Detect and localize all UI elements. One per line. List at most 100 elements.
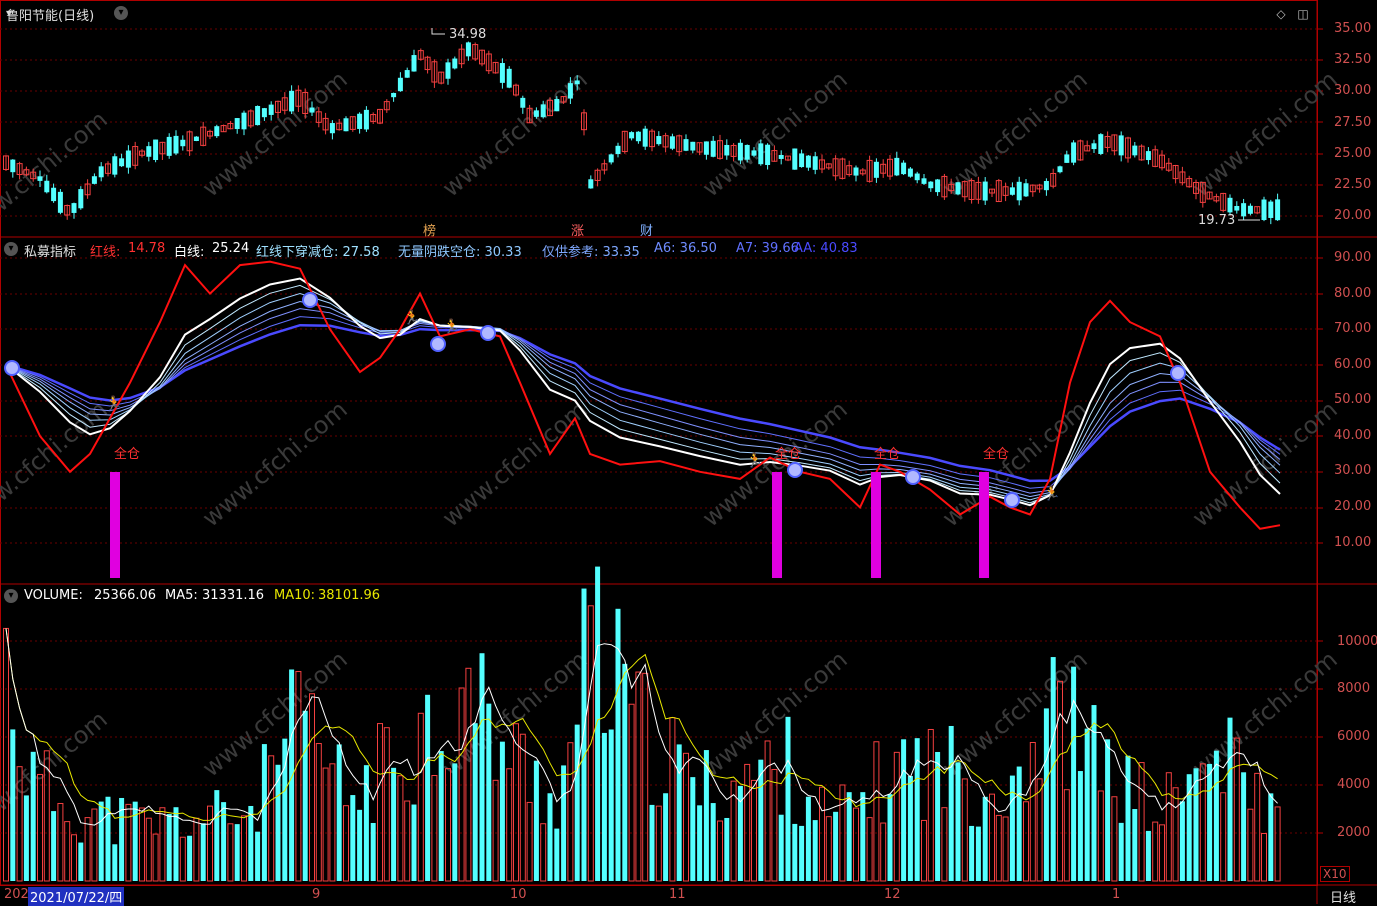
candle-body bbox=[703, 141, 709, 155]
candle-body bbox=[506, 68, 512, 88]
indicator-name[interactable]: 私募指标 bbox=[24, 241, 76, 260]
candle-body bbox=[1098, 134, 1104, 154]
marker-bang[interactable]: 榜 bbox=[423, 220, 436, 239]
signal-label: 全仓 bbox=[983, 447, 1010, 462]
volume-bar bbox=[860, 792, 866, 881]
candle-body bbox=[873, 161, 879, 178]
volume-bar bbox=[350, 795, 356, 881]
volume-collapse-icon[interactable]: ▾ bbox=[4, 589, 18, 603]
volume-bar bbox=[751, 779, 757, 882]
month-label: 11 bbox=[669, 887, 686, 902]
marker-zhang[interactable]: 涨 bbox=[571, 220, 584, 239]
date-start: 202 bbox=[4, 887, 29, 902]
candle-body bbox=[343, 118, 349, 132]
volume-bar bbox=[248, 805, 254, 881]
candle-body bbox=[1227, 197, 1233, 213]
low-price-label: 19.73 bbox=[1198, 213, 1236, 228]
candle-body bbox=[411, 55, 417, 72]
volume-bar bbox=[499, 741, 505, 881]
volume-bar bbox=[1233, 737, 1240, 882]
volume-bar bbox=[628, 703, 635, 882]
volume-bar bbox=[363, 765, 369, 881]
candle-body bbox=[744, 144, 750, 160]
volume-bar bbox=[309, 693, 315, 882]
candle-body bbox=[391, 92, 397, 98]
candle-body bbox=[173, 135, 179, 154]
volume-bar bbox=[526, 801, 533, 882]
volume-bar bbox=[1145, 830, 1151, 881]
price-tick: 25.00 bbox=[1334, 146, 1372, 161]
volume-bar bbox=[833, 811, 839, 881]
candle-body bbox=[57, 191, 63, 213]
indicator-collapse-icon[interactable]: ▾ bbox=[4, 242, 18, 256]
volume-bar bbox=[1036, 778, 1043, 882]
price-tick: 27.50 bbox=[1334, 115, 1372, 130]
candle-body bbox=[635, 131, 641, 142]
candle-body bbox=[146, 146, 152, 157]
volume-bar bbox=[690, 777, 696, 881]
high-marker-line bbox=[431, 28, 445, 35]
volume-bar bbox=[452, 763, 458, 881]
candle-body bbox=[363, 109, 369, 130]
volume-bar bbox=[377, 723, 383, 882]
cursor-date[interactable]: 2021/07/22/四 bbox=[28, 887, 125, 906]
candle-body bbox=[289, 90, 295, 112]
volume-bar bbox=[207, 805, 213, 882]
candle-body bbox=[153, 139, 159, 160]
volume-bar bbox=[200, 823, 206, 881]
volume-bar bbox=[574, 724, 580, 881]
volume-bar bbox=[261, 744, 267, 881]
volume-bar bbox=[193, 817, 200, 882]
volume-bar bbox=[465, 667, 472, 882]
volume-label: VOLUME: bbox=[24, 588, 83, 603]
collapse-icon[interactable]: ▾ bbox=[114, 6, 128, 20]
candle-body bbox=[1091, 143, 1097, 150]
candle-body bbox=[588, 179, 594, 189]
volume-bar bbox=[927, 728, 934, 882]
volume-bar bbox=[1043, 708, 1049, 881]
candle-body bbox=[724, 144, 730, 156]
candle-body bbox=[357, 113, 363, 129]
shield-icon bbox=[787, 462, 803, 478]
volume-bar bbox=[540, 823, 547, 882]
volume-bar bbox=[3, 627, 9, 882]
diamond-icon[interactable]: ◇ bbox=[1274, 7, 1288, 21]
volume-value: 25366.06 bbox=[94, 588, 157, 603]
volume-bar bbox=[825, 816, 832, 882]
candle-body bbox=[935, 179, 941, 193]
volume-bar bbox=[1274, 806, 1281, 882]
volume-bar bbox=[1097, 790, 1104, 882]
volume-bar bbox=[166, 814, 172, 881]
volume-bar bbox=[581, 588, 587, 881]
month-label: 9 bbox=[312, 887, 321, 902]
marker-cai[interactable]: 财 bbox=[640, 220, 653, 239]
volume-bar bbox=[370, 822, 376, 881]
restore-window-icon[interactable]: ◫ bbox=[1296, 7, 1310, 21]
volume-bar bbox=[343, 805, 349, 882]
shield-icon bbox=[1004, 492, 1020, 508]
chart-canvas[interactable]: www.cfchi.com www.cfchi.com www.cfchi.com w… bbox=[0, 0, 1377, 904]
volume-bar bbox=[71, 834, 77, 882]
period-label[interactable]: 日线 bbox=[1330, 887, 1356, 906]
candle-body bbox=[567, 83, 573, 99]
volume-bar bbox=[411, 804, 417, 881]
candle-body bbox=[982, 181, 988, 201]
volume-bar bbox=[1132, 809, 1138, 881]
candle-body bbox=[629, 132, 635, 139]
candle-body bbox=[44, 180, 50, 193]
shield-icon bbox=[430, 336, 446, 352]
candle-body bbox=[792, 148, 798, 170]
watermark-text: www.cfchi.com bbox=[697, 645, 853, 782]
volume-bar bbox=[1220, 792, 1227, 882]
volume-bar bbox=[1084, 728, 1090, 881]
volume-bar bbox=[57, 802, 64, 882]
candle-body bbox=[125, 150, 131, 168]
volume-bar bbox=[112, 844, 118, 881]
volume-bar bbox=[1193, 768, 1199, 881]
volume-bar bbox=[30, 751, 36, 881]
volume-bar bbox=[241, 815, 247, 882]
candle-body bbox=[255, 105, 261, 126]
price-tick: 32.50 bbox=[1334, 52, 1372, 67]
volume-bar bbox=[132, 801, 138, 881]
candle-body bbox=[1145, 151, 1151, 161]
